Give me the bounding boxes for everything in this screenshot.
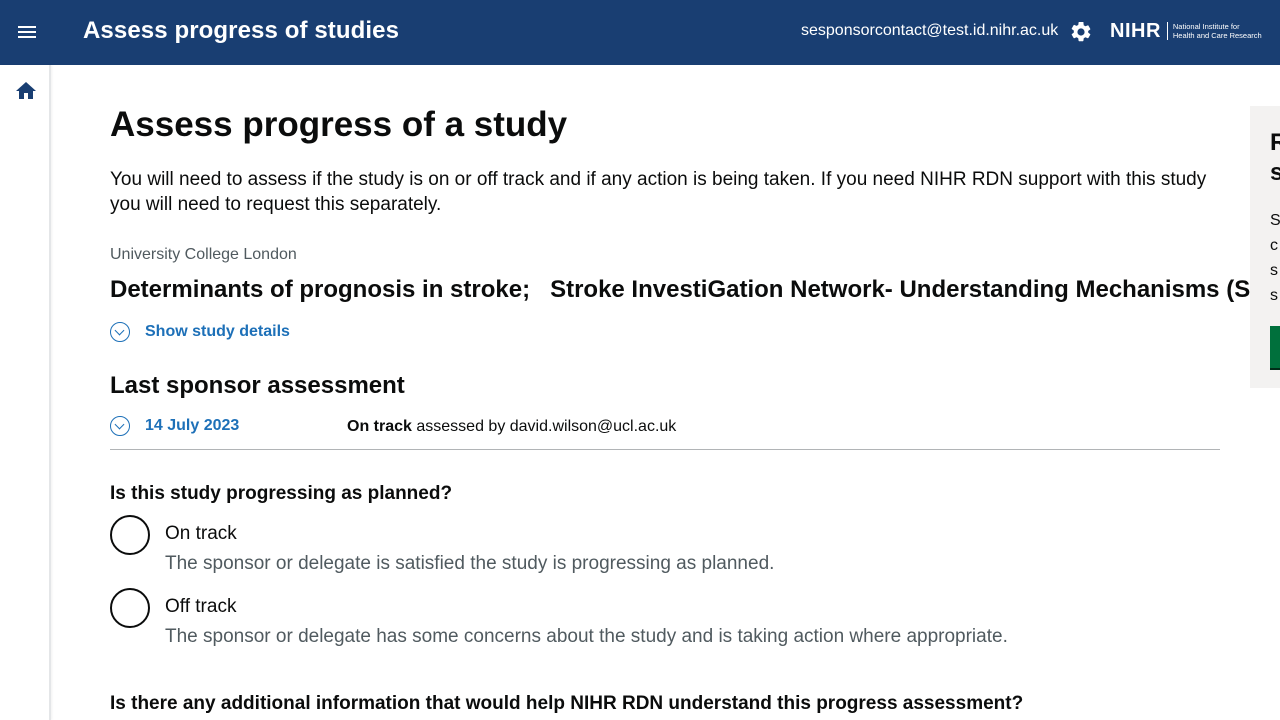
intro-text: You will need to assess if the study is …: [110, 169, 1207, 215]
last-assessment-heading: Last sponsor assessment: [110, 372, 405, 399]
side-panel: R s S c s s: [1250, 106, 1280, 388]
user-email: sesponsorcontact@test.id.nihr.ac.uk: [801, 22, 1059, 39]
nihr-logo[interactable]: NIHR National Institute for Health and C…: [1110, 19, 1268, 43]
organisation-name: University College London: [110, 246, 297, 263]
side-panel-button[interactable]: [1270, 326, 1280, 370]
question-progress: Is this study progressing as planned?: [110, 483, 453, 504]
last-assessment-row: 14 July 2023 On track assessed by david.…: [110, 416, 1220, 450]
radio-hint: The sponsor or delegate is satisfied the…: [165, 553, 775, 574]
question-additional-info: Is there any additional information that…: [110, 693, 1024, 714]
assessment-date-toggle[interactable]: 14 July 2023: [110, 416, 239, 436]
side-panel-title: R s: [1270, 129, 1280, 186]
study-title: Determinants of prognosis in stroke; Str…: [110, 276, 1250, 303]
app-title: Assess progress of studies: [83, 17, 400, 44]
radio-label[interactable]: On track: [165, 523, 237, 545]
radio-button[interactable]: [110, 515, 150, 555]
radio-label[interactable]: Off track: [165, 596, 236, 618]
show-study-details-label: Show study details: [145, 323, 290, 340]
gear-icon[interactable]: [1069, 20, 1093, 44]
menu-icon[interactable]: [14, 20, 40, 46]
side-panel-body: S c s s: [1270, 212, 1280, 304]
logo-text: National Institute for Health and Care R…: [1173, 22, 1262, 40]
page-title: Assess progress of a study: [110, 105, 568, 144]
logo-mark: NIHR: [1110, 19, 1161, 42]
main-content: Assess progress of a study You will need…: [110, 65, 1250, 720]
assessed-by-text: assessed by david.wilson@ucl.ac.uk: [416, 418, 677, 435]
chevron-down-icon: [110, 416, 130, 436]
radio-on-track[interactable]: On track The sponsor or delegate is sati…: [110, 515, 1110, 585]
sidebar: [0, 65, 51, 720]
logo-text-line2: Health and Care Research: [1172, 31, 1262, 40]
assessment-status-value: On track: [347, 418, 412, 435]
logo-divider: [1166, 22, 1168, 40]
home-icon[interactable]: [14, 79, 38, 103]
chevron-down-icon: [110, 322, 130, 342]
radio-off-track[interactable]: Off track The sponsor or delegate has so…: [110, 588, 1110, 658]
assessment-date: 14 July 2023: [145, 417, 240, 434]
assessment-status: On track assessed by david.wilson@ucl.ac…: [347, 418, 676, 436]
radio-button[interactable]: [110, 588, 150, 628]
show-study-details-toggle[interactable]: Show study details: [110, 322, 290, 342]
logo-text-line1: National Institute for: [1172, 22, 1240, 31]
radio-hint: The sponsor or delegate has some concern…: [165, 626, 1008, 647]
top-navigation-bar: Assess progress of studies sesponsorcont…: [0, 0, 1280, 65]
